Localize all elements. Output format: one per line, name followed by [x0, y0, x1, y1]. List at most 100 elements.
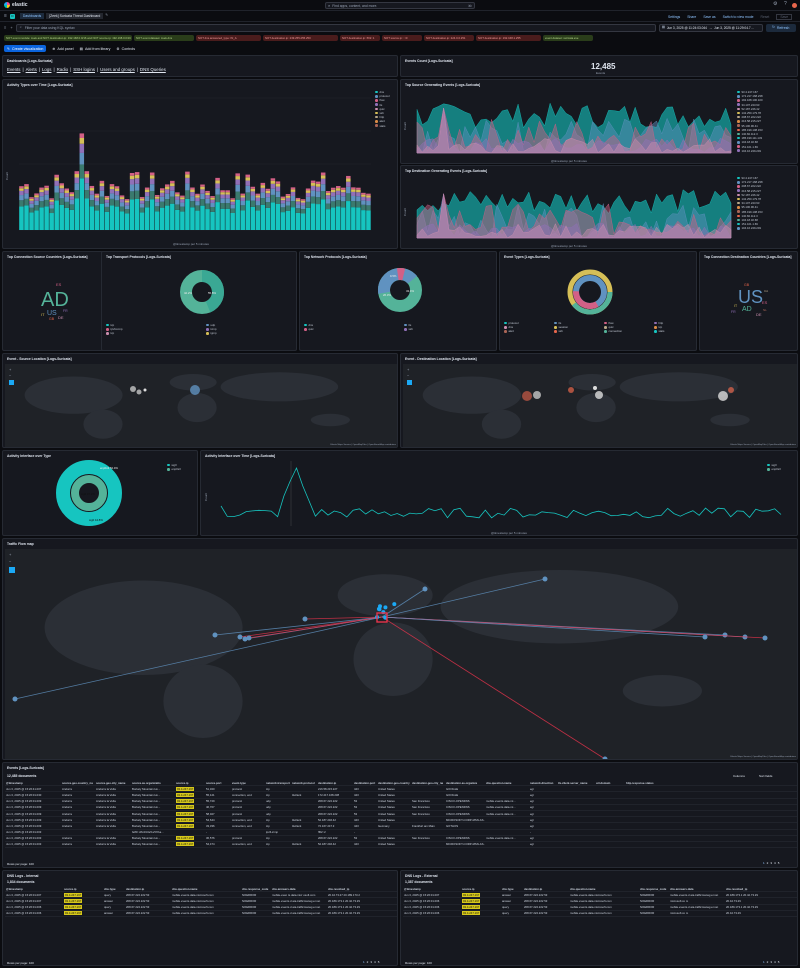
bar-segment[interactable]: [59, 198, 64, 205]
bar-segment[interactable]: [109, 198, 115, 206]
bar-segment[interactable]: [341, 207, 346, 230]
bar-segment[interactable]: [49, 204, 54, 209]
bar-segment[interactable]: [235, 184, 240, 192]
filter-pill[interactable]: event.dataset: suricata.eve: [543, 35, 593, 41]
bar-segment[interactable]: [175, 194, 180, 197]
map-point[interactable]: [190, 385, 200, 395]
bar-segment[interactable]: [180, 206, 185, 212]
bar-segment[interactable]: [336, 186, 341, 189]
bar-segment[interactable]: [39, 187, 44, 190]
bar-segment[interactable]: [215, 188, 220, 195]
bar-segment[interactable]: [230, 208, 235, 213]
bar-segment[interactable]: [89, 206, 95, 230]
bar-segment[interactable]: [99, 190, 105, 197]
flow-node[interactable]: [377, 604, 382, 609]
bar-segment[interactable]: [139, 212, 145, 230]
bar-segment[interactable]: [285, 201, 291, 206]
cloud-word-it[interactable]: IT: [41, 312, 45, 317]
bar-segment[interactable]: [230, 204, 235, 209]
bar-segment[interactable]: [210, 199, 215, 203]
column-header[interactable]: http.response.status: [625, 781, 659, 785]
bar-segment[interactable]: [356, 189, 361, 193]
column-header[interactable]: dns.question.name: [569, 887, 639, 891]
bar-segment[interactable]: [175, 204, 180, 210]
bar-segment[interactable]: [290, 207, 296, 230]
bar-segment[interactable]: [149, 184, 155, 191]
bar-segment[interactable]: [84, 190, 90, 199]
bar-segment[interactable]: [74, 198, 80, 231]
bar-segment[interactable]: [175, 209, 180, 230]
series-line-wg0[interactable]: [220, 466, 782, 519]
bar-segment[interactable]: [119, 211, 125, 230]
bar-segment[interactable]: [19, 200, 24, 207]
bar-segment[interactable]: [49, 199, 54, 202]
bar-segment[interactable]: [134, 174, 140, 179]
bar-segment[interactable]: [114, 188, 120, 191]
flow-endpoint[interactable]: [422, 586, 428, 592]
bar-segment[interactable]: [265, 202, 271, 208]
bar-segment[interactable]: [260, 204, 266, 230]
bar-segment[interactable]: [64, 201, 69, 208]
bar-segment[interactable]: [29, 212, 34, 230]
gear-icon[interactable]: ⚙: [773, 2, 777, 7]
bar-segment[interactable]: [74, 174, 80, 178]
bar-segment[interactable]: [310, 180, 316, 183]
cloud-word-gb[interactable]: GB: [49, 317, 54, 321]
cloud-word-gb[interactable]: GB: [744, 283, 749, 287]
bar-segment[interactable]: [124, 209, 130, 214]
bar-segment[interactable]: [134, 190, 140, 199]
bar-segment[interactable]: [245, 185, 251, 193]
layers-icon[interactable]: [9, 567, 15, 573]
column-header[interactable]: dns.question.name: [171, 887, 241, 891]
bar-segment[interactable]: [310, 203, 316, 230]
bar-segment[interactable]: [44, 194, 49, 200]
bar-segment[interactable]: [129, 184, 135, 192]
bar-segment[interactable]: [230, 199, 235, 202]
bar-segment[interactable]: [119, 197, 125, 200]
bar-segment[interactable]: [69, 196, 75, 200]
legend-item[interactable]: ssh: [404, 327, 444, 331]
bar-segment[interactable]: [300, 199, 306, 201]
bar-segment[interactable]: [49, 208, 54, 214]
page-link[interactable]: 5: [778, 960, 780, 964]
bar-segment[interactable]: [59, 185, 64, 189]
bar-segment[interactable]: [109, 184, 115, 187]
bar-segment[interactable]: [39, 196, 44, 202]
breadcrumb-home[interactable]: D: [9, 13, 15, 19]
bar-segment[interactable]: [24, 186, 29, 190]
bar-segment[interactable]: [250, 195, 256, 201]
table-row[interactable]: Jun 3, 2025 @ 15:26:01.006 93.4.247.167 qu…: [403, 911, 797, 917]
bar-segment[interactable]: [19, 206, 24, 230]
bar-segment[interactable]: [270, 194, 276, 203]
bar-segment[interactable]: [160, 207, 165, 230]
legend-label[interactable]: enp0s3: [172, 467, 181, 471]
bar-segment[interactable]: [361, 210, 366, 230]
bar-segment[interactable]: [255, 201, 261, 206]
bar-segment[interactable]: [99, 203, 105, 230]
page-link[interactable]: 5: [378, 960, 380, 964]
bar-segment[interactable]: [315, 181, 321, 184]
bar-segment[interactable]: [275, 181, 281, 184]
kql-search-input[interactable]: ⌕ Filter your data using KQL syntax: [15, 24, 656, 32]
column-header[interactable]: destination.as.organiza: [445, 781, 485, 785]
bar-segment[interactable]: [44, 187, 49, 191]
add-library-button[interactable]: ▤ Add from library: [80, 45, 111, 52]
layers-icon[interactable]: [9, 380, 14, 385]
bar-segment[interactable]: [270, 188, 276, 195]
bar-segment[interactable]: [225, 194, 230, 199]
bar-segment[interactable]: [185, 174, 190, 178]
bar-segment[interactable]: [129, 199, 135, 230]
bar-segment[interactable]: [160, 188, 165, 191]
bar-segment[interactable]: [305, 196, 311, 202]
filter-pill[interactable]: NOT destination.ip: ff02::1: [340, 35, 380, 41]
bar-segment[interactable]: [84, 171, 90, 174]
bar-segment[interactable]: [305, 207, 311, 230]
bar-segment[interactable]: [185, 198, 190, 230]
bar-segment[interactable]: [210, 196, 215, 198]
bar-segment[interactable]: [315, 183, 321, 187]
bar-segment[interactable]: [79, 133, 85, 138]
bar-segment[interactable]: [315, 197, 321, 205]
bar-segment[interactable]: [165, 199, 170, 206]
bar-segment[interactable]: [149, 190, 155, 200]
bar-segment[interactable]: [220, 192, 225, 195]
